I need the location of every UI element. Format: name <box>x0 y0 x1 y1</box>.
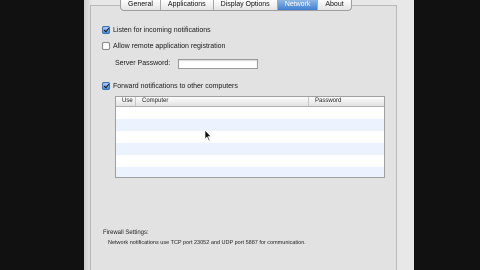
tab-general[interactable]: General <box>121 0 161 10</box>
column-password[interactable]: Password <box>309 97 384 106</box>
listen-option[interactable]: Listen for incoming notifications <box>102 26 211 34</box>
tab-display-options[interactable]: Display Options <box>214 0 278 10</box>
table-row[interactable] <box>116 155 384 167</box>
listen-checkbox[interactable] <box>102 26 110 34</box>
table-body <box>116 107 384 177</box>
column-use[interactable]: Use <box>116 97 136 106</box>
column-computer[interactable]: Computer <box>136 97 309 106</box>
computers-table[interactable]: Use Computer Password <box>115 96 385 178</box>
firewall-settings-label: Firewall Settings: <box>103 230 149 236</box>
remote-registration-label: Allow remote application registration <box>113 42 226 50</box>
remote-registration-option[interactable]: Allow remote application registration <box>102 42 225 50</box>
forward-label: Forward notifications to other computers <box>113 82 238 90</box>
table-header: Use Computer Password <box>116 97 384 107</box>
mouse-pointer-icon <box>205 130 212 142</box>
remote-registration-checkbox[interactable] <box>102 42 110 50</box>
tab-bar: General Applications Display Options Net… <box>120 0 352 11</box>
forward-option[interactable]: Forward notifications to other computers <box>102 82 238 90</box>
table-row[interactable] <box>116 131 384 143</box>
table-row[interactable] <box>116 143 384 155</box>
forward-checkbox[interactable] <box>102 82 110 90</box>
server-password-label: Server Password: <box>115 60 171 67</box>
table-row[interactable] <box>116 107 384 119</box>
firewall-settings-text: Network notifications use TCP port 23052… <box>108 240 306 246</box>
table-row[interactable] <box>116 119 384 131</box>
tab-applications[interactable]: Applications <box>161 0 214 10</box>
server-password-field[interactable] <box>178 59 258 69</box>
listen-label: Listen for incoming notifications <box>113 26 211 34</box>
tab-network[interactable]: Network <box>277 0 319 10</box>
tab-about[interactable]: About <box>318 0 350 10</box>
table-row[interactable] <box>116 167 384 177</box>
